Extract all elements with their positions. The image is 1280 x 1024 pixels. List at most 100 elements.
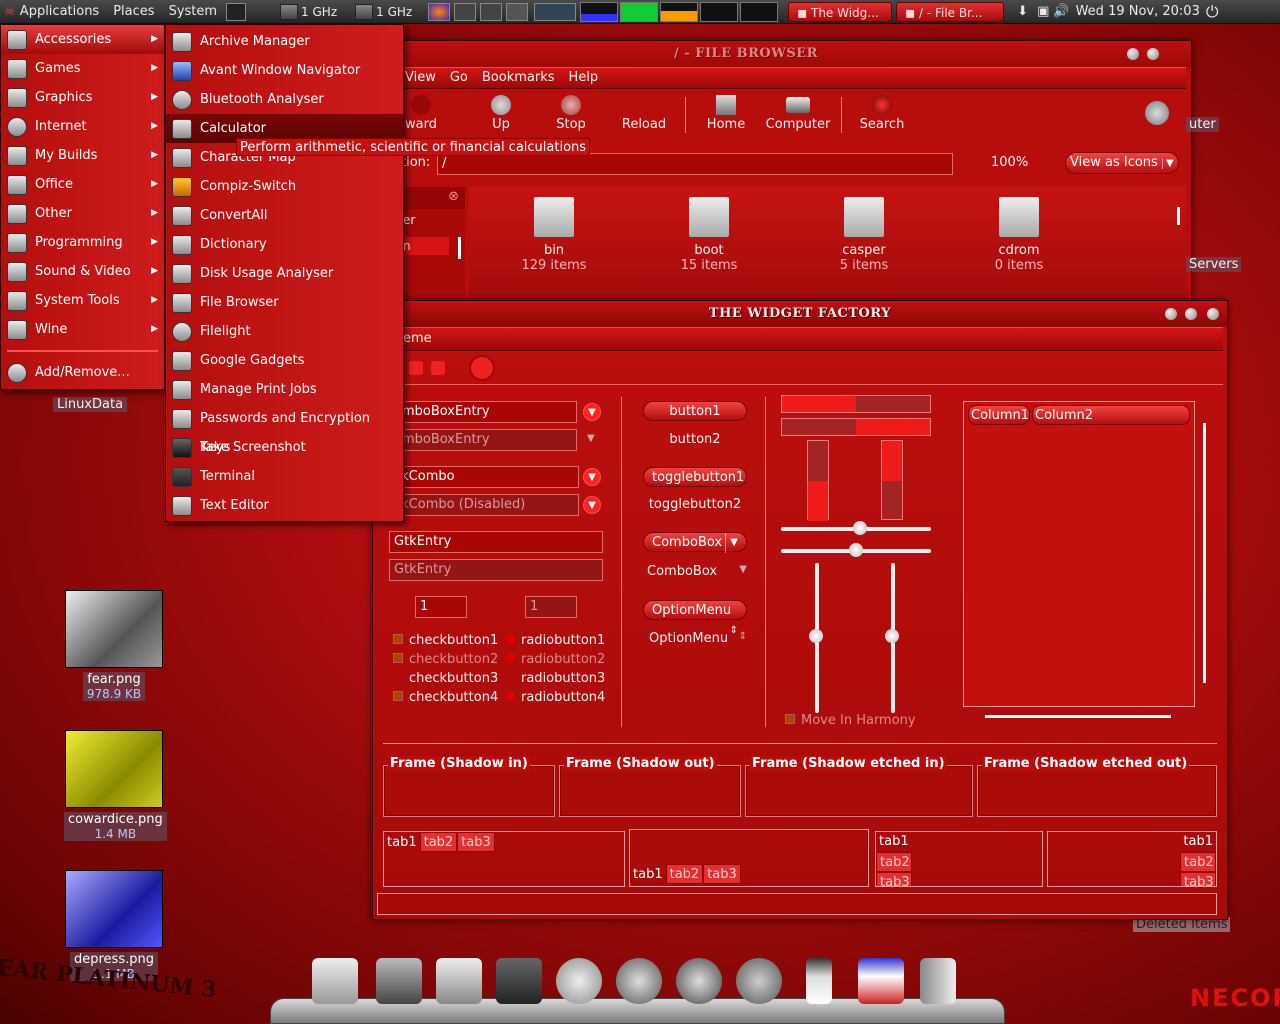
desktop-servers-label[interactable]: Servers bbox=[1186, 257, 1242, 272]
tab2[interactable]: tab2 bbox=[876, 852, 912, 872]
vscale-1[interactable] bbox=[809, 563, 823, 713]
menu-item-system-tools[interactable]: System Tools ▶ bbox=[1, 286, 164, 315]
menu-bookmarks[interactable]: Bookmarks bbox=[482, 68, 555, 88]
column-header-1[interactable]: Column1 bbox=[968, 405, 1030, 425]
button2[interactable]: button2 bbox=[643, 432, 747, 447]
checkbutton-1[interactable]: checkbutton1 bbox=[393, 633, 498, 648]
tab2[interactable]: tab2 bbox=[419, 832, 458, 852]
dock-launcher-home[interactable] bbox=[376, 958, 422, 1004]
chevron-down-icon[interactable]: ▼ bbox=[587, 433, 595, 444]
applications-menu[interactable]: ☠ Applications bbox=[0, 0, 106, 24]
taskbar-widget-factory[interactable]: ◼ The Widg... bbox=[788, 1, 893, 22]
tab2[interactable]: tab2 bbox=[1180, 852, 1216, 872]
firefox-launcher-icon[interactable] bbox=[428, 2, 451, 21]
hscale-1[interactable] bbox=[781, 521, 931, 535]
home-button[interactable]: Home bbox=[703, 93, 749, 132]
menu-item-file-browser[interactable]: File Browser bbox=[166, 288, 403, 317]
dock-launcher-globe[interactable] bbox=[736, 958, 782, 1004]
move-in-harmony-check[interactable]: Move In Harmony bbox=[785, 713, 916, 728]
menu-item-terminal[interactable]: Terminal bbox=[166, 462, 403, 491]
menu-theme[interactable]: eme bbox=[403, 331, 432, 346]
maximize-button[interactable] bbox=[1147, 48, 1159, 60]
menu-item-sound-video[interactable]: Sound & Video ▶ bbox=[1, 257, 164, 286]
folder-item[interactable]: bin 129 items bbox=[509, 197, 599, 273]
close-button[interactable] bbox=[1207, 308, 1219, 320]
toolbar-button[interactable] bbox=[469, 355, 495, 381]
tab3[interactable]: tab3 bbox=[876, 872, 912, 886]
menu-item-disk-usage-analyser[interactable]: Disk Usage Analyser bbox=[166, 259, 403, 288]
vscale-2[interactable] bbox=[885, 563, 899, 713]
dock-launcher-terminal[interactable] bbox=[496, 958, 542, 1004]
desktop-linuxdata-label[interactable]: LinuxData bbox=[53, 397, 128, 412]
tab1[interactable]: tab1 bbox=[1048, 832, 1216, 852]
desktop-file-fear[interactable]: fear.png 978.9 KB bbox=[64, 590, 164, 702]
cpu-freq-1[interactable]: 1 GHz bbox=[280, 3, 337, 20]
menu-item-graphics[interactable]: Graphics ▶ bbox=[1, 83, 164, 112]
search-button[interactable]: Search bbox=[857, 93, 907, 132]
spin-button-2[interactable]: 1 bbox=[525, 596, 577, 618]
togglebutton2[interactable]: togglebutton2 bbox=[643, 497, 747, 512]
menu-item-wine[interactable]: Wine ▶ bbox=[1, 315, 164, 344]
dock-launcher-text-editor[interactable] bbox=[436, 958, 482, 1004]
side-pane-item[interactable]: n bbox=[401, 237, 449, 255]
tree-vscrollbar[interactable] bbox=[1203, 423, 1206, 683]
menu-item-internet[interactable]: Internet ▶ bbox=[1, 112, 164, 141]
menu-item-bluetooth-analyser[interactable]: Bluetooth Analyser bbox=[166, 85, 403, 114]
checkbutton-3[interactable]: checkbutton3 bbox=[409, 671, 498, 686]
toolbar-button[interactable] bbox=[409, 361, 423, 375]
launcher-icon[interactable] bbox=[506, 2, 529, 21]
tab1[interactable]: tab1 bbox=[384, 833, 420, 853]
menu-item-programming[interactable]: Programming ▶ bbox=[1, 228, 164, 257]
menu-item-dictionary[interactable]: Dictionary bbox=[166, 230, 403, 259]
dock-launcher-display[interactable] bbox=[858, 958, 904, 1004]
menu-item-my-builds[interactable]: My Builds ▶ bbox=[1, 141, 164, 170]
file-browser-titlebar[interactable]: / - FILE BROWSER bbox=[301, 41, 1191, 67]
system-menu[interactable]: System bbox=[162, 0, 224, 24]
view-as-icons-dropdown[interactable]: View as Icons ▼ bbox=[1065, 152, 1179, 174]
slider-handle[interactable] bbox=[849, 543, 863, 557]
hscale-2[interactable] bbox=[781, 543, 931, 557]
menu-item-text-editor[interactable]: Text Editor bbox=[166, 491, 403, 520]
menu-item-filelight[interactable]: Filelight bbox=[166, 317, 403, 346]
tab3[interactable]: tab3 bbox=[703, 864, 741, 884]
folder-item[interactable]: cdrom 0 items bbox=[974, 197, 1064, 273]
comboboxentry-2[interactable]: omboBoxEntry bbox=[389, 429, 577, 451]
chevron-down-icon[interactable]: ▼ bbox=[583, 403, 601, 421]
tree-view[interactable]: Column1 Column2 bbox=[963, 401, 1195, 707]
launcher-icon[interactable] bbox=[454, 2, 477, 21]
side-scrollbar[interactable] bbox=[458, 237, 461, 259]
menu-item-office[interactable]: Office ▶ bbox=[1, 170, 164, 199]
stop-button[interactable]: Stop bbox=[551, 93, 591, 132]
radiobutton-4[interactable]: radiobutton4 bbox=[505, 690, 605, 705]
radiobutton-1[interactable]: radiobutton1 bbox=[505, 633, 605, 648]
combo-3[interactable]: ckCombo bbox=[389, 466, 579, 488]
folder-item[interactable]: casper 5 items bbox=[819, 197, 909, 273]
tab3[interactable]: tab3 bbox=[1180, 872, 1216, 886]
taskbar-file-browser[interactable]: ◼ / - File Br... bbox=[896, 1, 1005, 22]
menu-item-avant-window-navigator[interactable]: Avant Window Navigator bbox=[166, 56, 403, 85]
clock[interactable]: Wed 19 Nov, 20:03 bbox=[1072, 0, 1204, 24]
tab1[interactable]: tab1 bbox=[876, 832, 1042, 852]
dock-launcher-ipod[interactable] bbox=[806, 958, 832, 1004]
minimize-button[interactable] bbox=[1127, 48, 1139, 60]
computer-button[interactable]: Computer bbox=[763, 93, 833, 132]
combobox-1[interactable]: ComboBox ▼ bbox=[643, 532, 747, 553]
radiobutton-2[interactable]: radiobutton2 bbox=[505, 652, 605, 667]
column-header-2[interactable]: Column2 bbox=[1032, 405, 1190, 425]
checkbutton-4[interactable]: checkbutton4 bbox=[393, 690, 498, 705]
dock-launcher-shell[interactable] bbox=[556, 958, 602, 1004]
desktop-file-cowardice[interactable]: cowardice.png 1.4 MB bbox=[64, 730, 167, 842]
menu-help[interactable]: Help bbox=[569, 68, 599, 88]
tab1[interactable]: tab1 bbox=[630, 865, 666, 885]
vertical-scrollbar[interactable] bbox=[1177, 207, 1180, 225]
power-icon[interactable]: ⏻ bbox=[1204, 0, 1221, 24]
menu-go[interactable]: Go bbox=[450, 68, 468, 88]
volume-icon[interactable]: 🔊 bbox=[1051, 0, 1071, 24]
radiobutton-3[interactable]: radiobutton3 bbox=[521, 671, 605, 686]
desktop-computer-label[interactable]: uter bbox=[1186, 117, 1219, 132]
side-pane-item[interactable]: er bbox=[401, 209, 465, 233]
maximize-button[interactable] bbox=[1185, 308, 1197, 320]
places-menu[interactable]: Places bbox=[106, 0, 161, 24]
gtkentry-2[interactable]: GtkEntry bbox=[389, 559, 603, 581]
minimize-button[interactable] bbox=[1165, 308, 1177, 320]
